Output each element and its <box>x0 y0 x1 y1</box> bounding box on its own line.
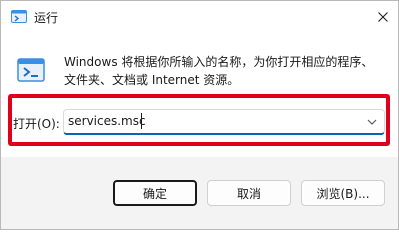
button-footer: 确定 取消 浏览(B)... <box>1 157 398 229</box>
close-button[interactable] <box>368 1 398 33</box>
title-bar[interactable]: 运行 <box>1 1 398 33</box>
content-area: Windows 将根据你所输入的名称，为你打开相应的程序、 文件夹、文档或 In… <box>1 33 398 157</box>
run-dialog: 运行 Windows 将根据你所输入的名称，为你打开相应的程序、 文件夹、文档或… <box>0 0 399 230</box>
close-icon <box>378 12 388 22</box>
run-large-icon <box>17 58 45 82</box>
cancel-button[interactable]: 取消 <box>207 180 291 206</box>
run-app-icon <box>11 10 27 23</box>
browse-button[interactable]: 浏览(B)... <box>301 180 385 206</box>
ok-button[interactable]: 确定 <box>113 180 197 206</box>
window-title: 运行 <box>34 11 59 25</box>
description-text: Windows 将根据你所输入的名称，为你打开相应的程序、 文件夹、文档或 In… <box>64 55 374 87</box>
red-highlight-box <box>8 94 390 146</box>
